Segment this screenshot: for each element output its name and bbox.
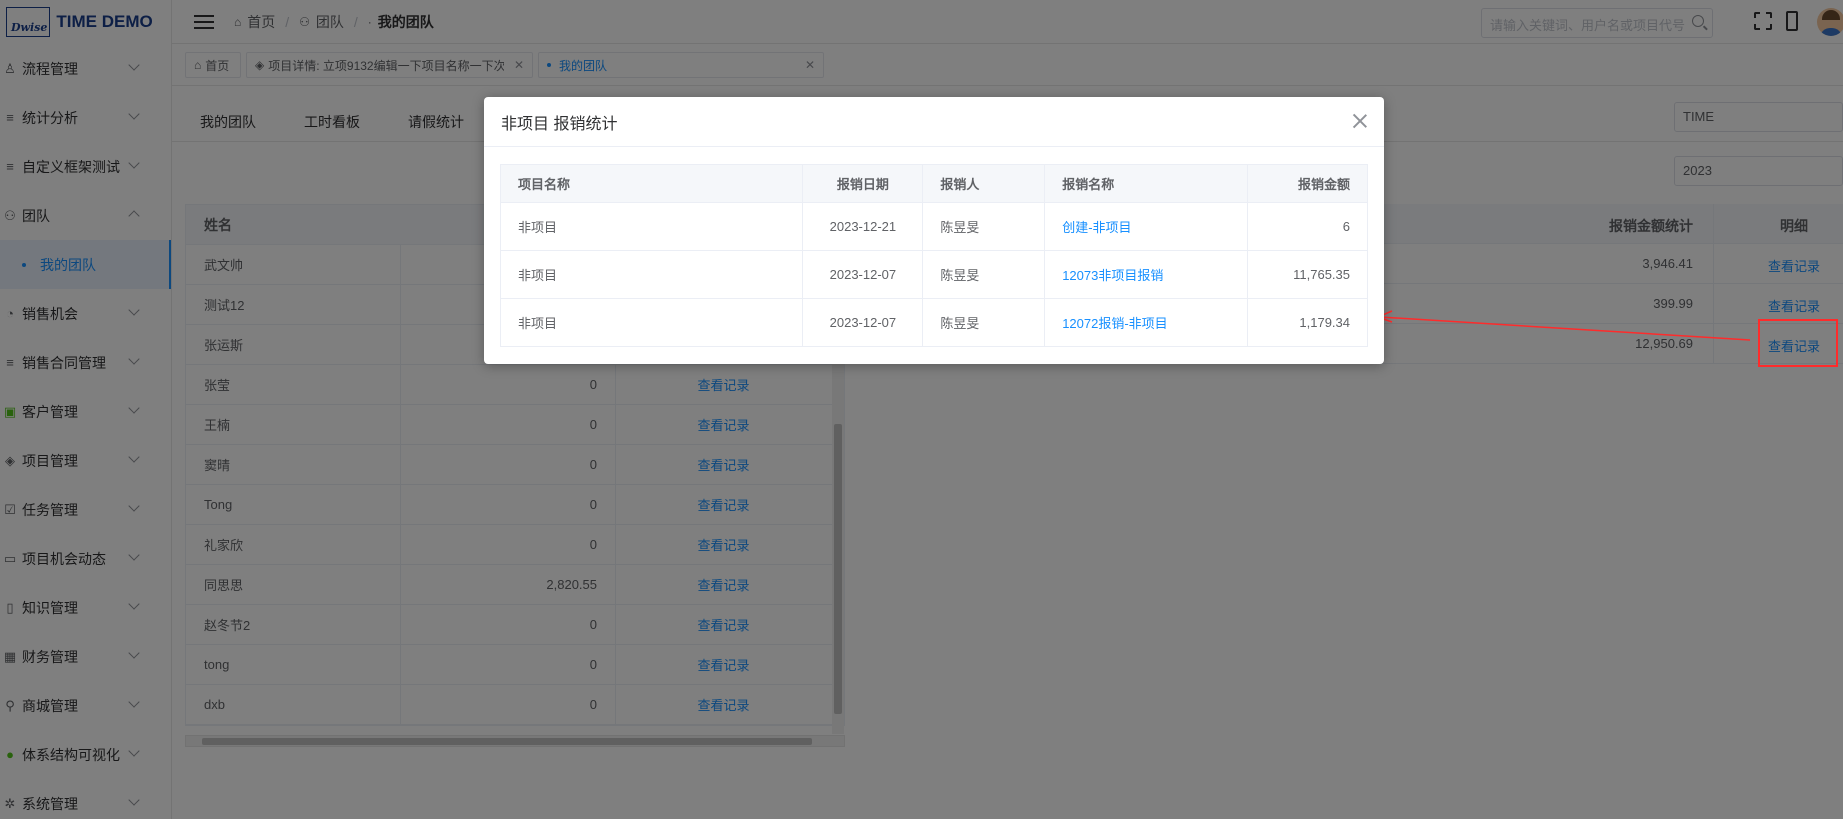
- dialog-table: 项目名称 报销日期 报销人 报销名称 报销金额 非项目 2023-12-21 陈昱旻…: [499, 164, 1368, 347]
- cell-amount: 1,179.34: [1247, 298, 1368, 347]
- cell-project: 非项目: [499, 298, 804, 347]
- table-row: 非项目 2023-12-07 陈昱旻 12073非项目报销 11,765.35: [499, 250, 1368, 299]
- cell-amount: 6: [1247, 202, 1368, 251]
- dialog-header: 非项目 报销统计: [484, 97, 1384, 147]
- table-header-row: 项目名称 报销日期 报销人 报销名称 报销金额: [499, 164, 1368, 203]
- cell-project: 非项目: [499, 202, 804, 251]
- column-date: 报销日期: [802, 164, 924, 203]
- table-row: 非项目 2023-12-21 陈昱旻 创建-非项目 6: [499, 202, 1368, 251]
- cell-date: 2023-12-07: [802, 250, 924, 299]
- cell-person: 陈昱旻: [922, 250, 1046, 299]
- cell-date: 2023-12-21: [802, 202, 924, 251]
- column-person: 报销人: [922, 164, 1046, 203]
- expense-dialog: 非项目 报销统计 项目名称 报销日期 报销人 报销名称 报销金额 非项目 2023…: [484, 97, 1384, 364]
- cell-date: 2023-12-07: [802, 298, 924, 347]
- column-expense-name: 报销名称: [1044, 164, 1249, 203]
- cell-person: 陈昱旻: [922, 298, 1046, 347]
- column-project: 项目名称: [499, 164, 804, 203]
- dialog-table-body: 非项目 2023-12-21 陈昱旻 创建-非项目 6 非项目 2023-12-07 陈昱旻 1…: [499, 202, 1368, 347]
- expense-name-link[interactable]: 12072报销-非项目: [1044, 298, 1249, 347]
- expense-name-link[interactable]: 创建-非项目: [1044, 202, 1249, 251]
- table-row: 非项目 2023-12-07 陈昱旻 12072报销-非项目 1,179.34: [499, 298, 1368, 347]
- column-amount: 报销金额: [1247, 164, 1368, 203]
- cell-person: 陈昱旻: [922, 202, 1046, 251]
- dialog-title: 非项目 报销统计: [501, 115, 618, 133]
- close-icon[interactable]: [1350, 111, 1370, 131]
- expense-name-link[interactable]: 12073非项目报销: [1044, 250, 1249, 299]
- cell-amount: 11,765.35: [1247, 250, 1368, 299]
- cell-project: 非项目: [499, 250, 804, 299]
- annotation-highlight: [1758, 319, 1838, 367]
